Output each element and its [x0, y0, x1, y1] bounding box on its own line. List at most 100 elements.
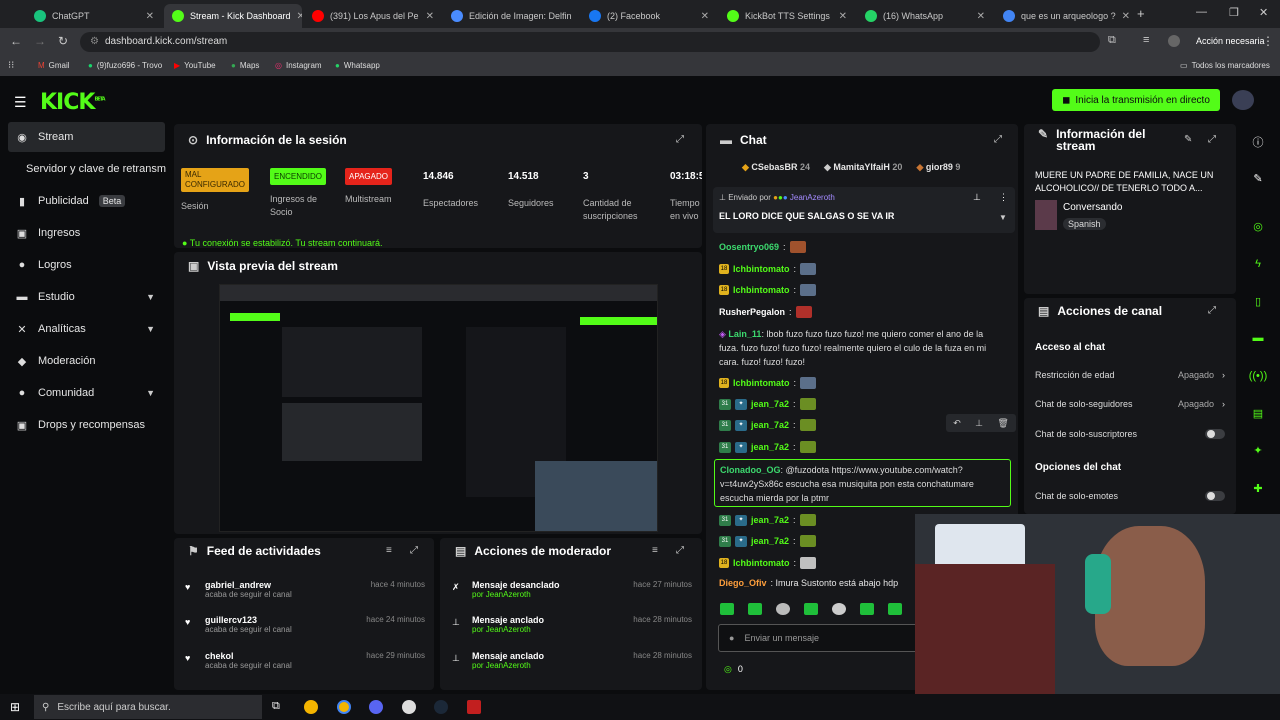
chat-message[interactable]: Oosentryo069: [719, 241, 806, 253]
close-icon[interactable]: ✕ [146, 11, 154, 22]
browser-tab[interactable]: (16) WhatsApp ✕ [857, 4, 993, 28]
bookmark-whatsapp[interactable]: ● Whatsapp [335, 61, 380, 70]
account-action-label[interactable]: Acción necesaria [1196, 36, 1265, 46]
chevron-down-icon[interactable]: ▼ [999, 213, 1007, 222]
app-icon[interactable] [467, 700, 481, 714]
menu-icon[interactable]: ⋮ [1262, 34, 1274, 48]
gifter[interactable]: ◆ MamitaYIfaiH 20 [824, 162, 902, 173]
sidebar-item-revenue[interactable]: ▣ Ingresos [8, 218, 165, 248]
chat-icon[interactable]: ▬ [1244, 326, 1272, 350]
all-bookmarks[interactable]: ▭ Todos los marcadores [1180, 61, 1270, 70]
sidebar-item-studio[interactable]: ▬ Estudio ▼ [8, 282, 165, 312]
popout-icon[interactable]: ⤢ [1208, 134, 1216, 145]
chrome-icon[interactable] [337, 700, 351, 714]
category-name[interactable]: Conversando [1063, 202, 1122, 213]
chat-message[interactable]: Diego_Ofiv: Imura Sustonto está abajo hd… [719, 578, 898, 588]
chat-message[interactable]: 31 ✦ jean_7a2: [719, 514, 816, 526]
popout-icon[interactable]: ⤢ [1208, 305, 1216, 316]
sidebar-item-server-key[interactable]: Servidor y clave de retransm [8, 154, 166, 184]
sidebar-item-achievements[interactable]: ● Logros [8, 250, 165, 280]
close-icon[interactable]: ✕ [578, 11, 579, 22]
pin-icon[interactable]: ⊥ [973, 192, 981, 203]
popout-icon[interactable]: ⤢ [410, 545, 418, 556]
delete-icon[interactable]: 🗑 [997, 418, 1008, 429]
emote-icon[interactable] [860, 603, 874, 615]
bolt-icon[interactable]: ϟ [1244, 252, 1272, 276]
chat-message[interactable]: 18 Ichbintomato: [719, 557, 817, 569]
close-window-icon[interactable]: ✕ [1259, 6, 1268, 19]
chat-message[interactable]: 18 Ichbintomato: [719, 377, 817, 389]
emote-icon[interactable] [832, 603, 846, 615]
emote-icon[interactable] [888, 603, 902, 615]
pin-icon[interactable]: ⊥ [975, 418, 983, 429]
forward-icon[interactable]: → [34, 34, 46, 48]
stream-preview-video[interactable] [219, 284, 658, 532]
reload-icon[interactable]: ↻ [58, 34, 68, 48]
browser-tab[interactable]: KickBot TTS Settings ✕ [719, 4, 855, 28]
bookmark-instagram[interactable]: ◎ Instagram [275, 61, 322, 70]
chat-message[interactable]: ◈ Lain_11: lbob fuzo fuzo fuzo fuzo! me … [719, 327, 1004, 369]
list-icon[interactable]: ▤ [1244, 401, 1272, 425]
close-icon[interactable]: ✕ [1122, 11, 1130, 22]
chat-message[interactable]: 18 Ichbintomato: [719, 284, 817, 296]
close-icon[interactable]: ✕ [977, 11, 985, 22]
taskbar-search[interactable]: ⚲ Escribe aquí para buscar. [34, 695, 262, 719]
age-restriction-row[interactable]: Restricción de edad Apagado › [1035, 370, 1225, 380]
windows-start-icon[interactable]: ⊞ [10, 700, 20, 714]
browser-tab[interactable]: (391) Los Apus del Pe ✕ [304, 4, 442, 28]
maximize-icon[interactable]: ❐ [1229, 6, 1239, 19]
reply-icon[interactable]: ↶ [953, 418, 961, 429]
discord-icon[interactable] [369, 700, 383, 714]
browser-tab-active[interactable]: Stream - Kick Dashboard ✕ [164, 4, 302, 28]
emote-icon[interactable] [804, 603, 818, 615]
sidebar-item-community[interactable]: ● Comunidad ▼ [8, 378, 165, 408]
popout-icon[interactable]: ⤢ [676, 134, 684, 145]
followers-only-row[interactable]: Chat de solo-seguidores Apagado › [1035, 399, 1225, 409]
chat-message[interactable]: 31 ✦ jean_7a2: [719, 441, 816, 453]
task-view-icon[interactable]: ⧉ [272, 700, 280, 713]
avatar[interactable] [1168, 35, 1180, 47]
sidebar-item-stream[interactable]: ◉ Stream [8, 122, 165, 152]
emote-icon[interactable] [776, 603, 790, 615]
minimize-icon[interactable]: — [1196, 6, 1207, 18]
more-icon[interactable]: ⋮ [999, 192, 1008, 203]
chat-message[interactable]: 18 Ichbintomato: [719, 263, 817, 275]
browser-tab[interactable]: (2) Facebook ✕ [581, 4, 717, 28]
browser-tab[interactable]: Edición de Imagen: Delfin✕ [443, 4, 579, 28]
bookmark-youtube[interactable]: ▶ YouTube [174, 61, 216, 70]
popout-icon[interactable]: ⤢ [676, 545, 684, 556]
bookmark-maps[interactable]: ● Maps [231, 61, 259, 70]
bookmark-gmail[interactable]: M Gmail [38, 61, 70, 70]
chat-input[interactable]: ● Enviar un mensaje [718, 624, 918, 652]
filter-icon[interactable]: ≡ [652, 545, 658, 556]
media-icon[interactable]: ≡ [1143, 34, 1149, 46]
kick-logo[interactable]: KICKBETA [40, 90, 106, 115]
obs-icon[interactable] [402, 700, 416, 714]
sidebar-item-advertising[interactable]: ▮ Publicidad Beta [8, 186, 165, 216]
popout-icon[interactable]: ⤢ [994, 134, 1002, 145]
pinned-message[interactable]: ⊥ Enviado por ●●● JeanAzeroth EL LORO DI… [713, 187, 1015, 233]
filter-icon[interactable]: ≡ [386, 545, 392, 556]
document-icon[interactable]: ▯ [1244, 289, 1272, 313]
chat-message[interactable]: 31 ✦ jean_7a2: [719, 535, 816, 547]
emotes-only-toggle[interactable] [1205, 491, 1225, 501]
sidebar-item-drops[interactable]: ▣ Drops y recompensas [8, 410, 165, 440]
info-icon[interactable]: ⓘ [1244, 130, 1272, 154]
go-live-button[interactable]: ◼ Inicia la transmisión en directo [1052, 89, 1220, 111]
url-field[interactable]: ⚙ dashboard.kick.com/stream [80, 32, 1100, 52]
emote-icon[interactable] [720, 603, 734, 615]
emote-icon[interactable] [748, 603, 762, 615]
chrome-icon[interactable] [304, 700, 318, 714]
extensions-icon[interactable]: ⧉ [1108, 34, 1116, 47]
new-tab-icon[interactable]: + [1137, 6, 1145, 21]
avatar[interactable] [1232, 90, 1254, 110]
browser-tab[interactable]: ChatGPT ✕ [26, 4, 162, 28]
sidebar-item-analytics[interactable]: ✕ Analíticas ▼ [8, 314, 165, 344]
edit-icon[interactable]: ✎ [1244, 166, 1272, 190]
hamburger-icon[interactable]: ☰ [14, 94, 27, 111]
back-icon[interactable]: ← [10, 34, 22, 48]
wrench-icon[interactable]: ✦ [1244, 438, 1272, 462]
chat-message[interactable]: 31 ✦ jean_7a2: [719, 419, 816, 431]
close-icon[interactable]: ✕ [839, 11, 847, 22]
broadcast-icon[interactable]: ((•)) [1244, 364, 1272, 388]
